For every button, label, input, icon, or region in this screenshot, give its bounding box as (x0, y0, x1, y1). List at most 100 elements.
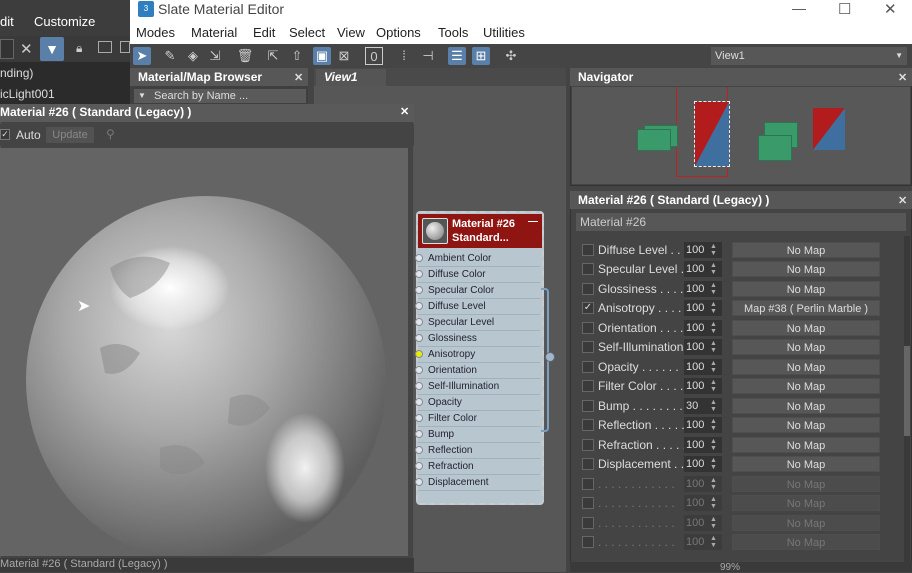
slot-socket-icon[interactable] (415, 334, 423, 342)
slot-socket-icon[interactable] (415, 414, 423, 422)
list-item[interactable]: nding) (0, 66, 33, 80)
assign-material-icon[interactable]: ⇲ (206, 47, 224, 65)
node-slot[interactable]: Specular Color (415, 283, 540, 299)
node-slot[interactable]: Reflection (415, 443, 540, 459)
map-slot-button[interactable]: Map #38 ( Perlin Marble ) (732, 300, 880, 316)
map-slot-button[interactable]: No Map (732, 417, 880, 433)
delete-icon[interactable]: 🗑︎ (236, 47, 254, 65)
material-name-field[interactable]: Material #26 (576, 213, 906, 231)
tab-view1[interactable]: View1 (316, 69, 386, 86)
navigator-view[interactable] (572, 87, 910, 184)
show-map-icon[interactable]: ▣ (313, 47, 331, 65)
menu-tools[interactable]: Tools (438, 25, 468, 40)
node-slot[interactable]: Glossiness (415, 331, 540, 347)
lock-icon[interactable]: 🔒︎ (76, 41, 82, 56)
menu-select[interactable]: Select (289, 25, 325, 40)
slot-socket-icon[interactable] (415, 302, 423, 310)
maximize-button[interactable]: ☐ (838, 0, 851, 18)
preview-render-canvas[interactable]: ➤ (0, 148, 408, 564)
map-slot-button[interactable]: No Map (732, 378, 880, 394)
spinner-arrows-icon[interactable]: ▲ ▼ (710, 438, 720, 452)
map-enable-checkbox[interactable] (582, 536, 594, 548)
node-slot[interactable]: Diffuse Color (415, 267, 540, 283)
spinner-arrows-icon[interactable]: ▲ ▼ (710, 360, 720, 374)
node-slot[interactable]: Refraction (415, 459, 540, 475)
scrollbar-thumb[interactable] (904, 346, 910, 436)
slot-socket-icon[interactable] (415, 366, 423, 374)
map-enable-checkbox[interactable] (582, 380, 594, 392)
menu-options[interactable]: Options (376, 25, 421, 40)
close-icon[interactable]: ✕ (20, 40, 33, 58)
close-button[interactable]: ✕ (884, 0, 897, 18)
auto-checkbox[interactable]: ✓ (0, 129, 10, 140)
update-button[interactable]: Update (46, 127, 94, 143)
menu-edit[interactable]: Edit (253, 25, 275, 40)
spinner-arrows-icon[interactable]: ▲ ▼ (710, 301, 720, 315)
map-enable-checkbox[interactable] (582, 322, 594, 334)
spinner-arrows-icon[interactable]: ▲ ▼ (710, 457, 720, 471)
scrollbar[interactable] (904, 236, 910, 562)
map-enable-checkbox[interactable] (582, 361, 594, 373)
map-enable-checkbox[interactable] (582, 458, 594, 470)
slot-socket-icon[interactable] (415, 398, 423, 406)
bg-menu-customize[interactable]: Customize (34, 14, 95, 29)
spinner-arrows-icon[interactable]: ▲ ▼ (710, 477, 720, 491)
spinner-arrows-icon[interactable]: ▲ ▼ (710, 418, 720, 432)
map-enable-checkbox[interactable] (582, 497, 594, 509)
node-slot[interactable]: Bump (415, 427, 540, 443)
node-slot[interactable]: Orientation (415, 363, 540, 379)
map-slot-button[interactable]: No Map (732, 339, 880, 355)
menu-modes[interactable]: Modes (136, 25, 175, 40)
bg-field[interactable] (0, 39, 14, 59)
map-slot-button[interactable]: No Map (732, 476, 880, 492)
view-dropdown[interactable]: View1 ▼ (711, 47, 907, 65)
map-enable-checkbox[interactable] (582, 341, 594, 353)
node-slot[interactable]: Specular Level (415, 315, 540, 331)
map-slot-button[interactable]: No Map (732, 281, 880, 297)
menu-view[interactable]: View (337, 25, 365, 40)
spinner-arrows-icon[interactable]: ▲ ▼ (710, 535, 720, 549)
slot-socket-icon[interactable] (415, 286, 423, 294)
collapse-icon[interactable]: — (528, 216, 538, 227)
move-children-icon[interactable]: ⇱ (264, 47, 282, 65)
close-icon[interactable]: ✕ (400, 105, 409, 118)
node-slot[interactable]: Ambient Color (415, 251, 540, 267)
close-icon[interactable]: ✕ (294, 69, 303, 87)
pin-icon[interactable]: ⚲ (106, 127, 115, 141)
map-enable-checkbox[interactable] (582, 517, 594, 529)
map-enable-checkbox[interactable] (582, 283, 594, 295)
map-enable-checkbox[interactable]: ✓ (582, 302, 594, 314)
slot-socket-icon[interactable] (415, 254, 423, 262)
layer2-icon[interactable] (120, 41, 130, 53)
spinner-arrows-icon[interactable]: ▲ ▼ (710, 262, 720, 276)
spinner-arrows-icon[interactable]: ▲ ▼ (710, 321, 720, 335)
spinner-arrows-icon[interactable]: ▲ ▼ (710, 340, 720, 354)
slot-socket-icon[interactable] (415, 430, 423, 438)
spinner-arrows-icon[interactable]: ▲ ▼ (710, 282, 720, 296)
slot-socket-icon[interactable] (415, 350, 423, 358)
select-tool-icon[interactable]: ➤ (133, 47, 151, 65)
preview-icon[interactable]: 0 (365, 47, 383, 65)
background-icon[interactable]: ⊠ (335, 47, 353, 65)
close-icon[interactable]: ✕ (898, 69, 907, 87)
search-input[interactable]: ▼ Search by Name ... (134, 89, 306, 103)
bg-menu-edit[interactable]: dit (0, 14, 14, 29)
close-icon[interactable]: ✕ (898, 192, 907, 210)
map-slot-button[interactable]: No Map (732, 398, 880, 414)
material-browser-icon[interactable]: ☰ (448, 47, 466, 65)
slot-socket-icon[interactable] (415, 462, 423, 470)
map-slot-button[interactable]: No Map (732, 515, 880, 531)
map-slot-button[interactable]: No Map (732, 359, 880, 375)
node-slot[interactable]: Self-Illumination (415, 379, 540, 395)
filter-icon[interactable]: ▼ (40, 37, 64, 61)
slot-socket-icon[interactable] (415, 446, 423, 454)
layer-icon[interactable] (98, 41, 112, 53)
layout-children-icon[interactable]: ⊣ (419, 47, 437, 65)
map-slot-button[interactable]: No Map (732, 495, 880, 511)
map-slot-button[interactable]: No Map (732, 320, 880, 336)
select-by-material-icon[interactable]: ✣ (502, 47, 520, 65)
map-slot-button[interactable]: No Map (732, 437, 880, 453)
slot-socket-icon[interactable] (415, 382, 423, 390)
map-enable-checkbox[interactable] (582, 263, 594, 275)
map-slot-button[interactable]: No Map (732, 242, 880, 258)
